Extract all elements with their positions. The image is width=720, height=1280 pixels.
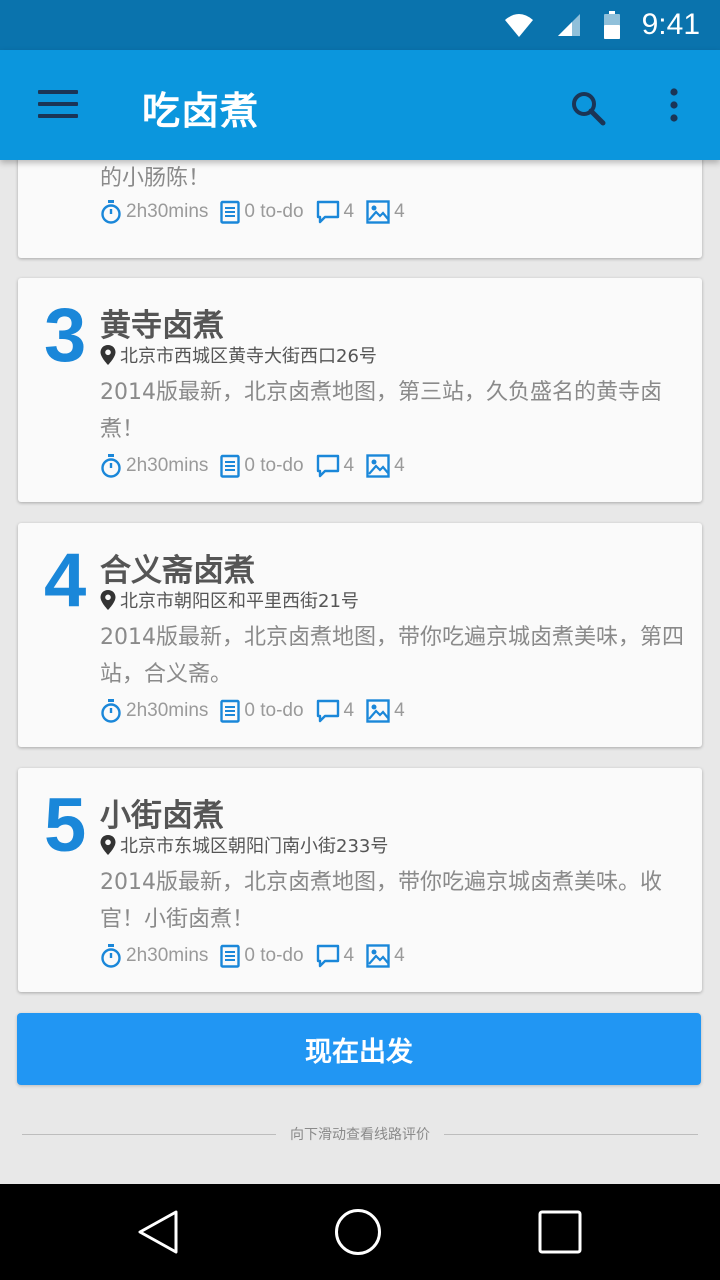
- address-text: 北京市东城区朝阳门南小街233号: [120, 836, 389, 857]
- system-nav-bar: [0, 1184, 720, 1280]
- location-pin-icon: [100, 590, 116, 610]
- todo-count: 0 to-do: [220, 699, 304, 723]
- comment-count: 4: [316, 699, 355, 723]
- stop-number: 3: [44, 293, 87, 378]
- comment-text: 4: [343, 201, 355, 222]
- status-time: 9:41: [641, 8, 700, 41]
- stop-name: 小街卤煮: [100, 798, 224, 834]
- comment-text: 4: [343, 945, 355, 966]
- stop-number: 5: [44, 783, 87, 868]
- photo-icon: [366, 944, 390, 968]
- wifi-icon: [504, 14, 533, 37]
- stop-description: 2014版最新，北京卤煮地图，第三站，久负盛名的黄寺卤煮！: [100, 380, 662, 442]
- home-icon[interactable]: [334, 1208, 382, 1256]
- todo-list-icon: [220, 944, 241, 968]
- stop-name: 合义斋卤煮: [100, 553, 255, 589]
- photo-icon: [366, 200, 390, 224]
- scroll-hint: 向下滑动查看线路评价: [22, 1122, 698, 1146]
- duration: 2h30mins: [100, 454, 208, 478]
- stop-card-3[interactable]: 3 黄寺卤煮 北京市西城区黄寺大街西口26号 2014版最新，北京卤煮地图，第三…: [18, 278, 702, 502]
- location-pin-icon: [100, 345, 116, 365]
- todo-text: 0 to-do: [244, 455, 304, 476]
- duration-text: 2h30mins: [126, 455, 209, 476]
- stop-card-4[interactable]: 4 合义斋卤煮 北京市朝阳区和平里西街21号 2014版最新，北京卤煮地图，带你…: [18, 523, 702, 747]
- stop-meta: 2h30mins 0 to-do 4 4: [100, 200, 417, 224]
- timer-icon: [101, 200, 121, 224]
- timer-icon: [101, 454, 121, 478]
- todo-list-icon: [220, 200, 241, 224]
- comment-icon: [316, 200, 339, 224]
- duration: 2h30mins: [100, 944, 208, 968]
- stop-meta: 2h30mins 0 to-do 4 4: [100, 699, 417, 723]
- todo-count: 0 to-do: [220, 944, 304, 968]
- todo-list-icon: [220, 699, 241, 723]
- comment-text: 4: [343, 700, 355, 721]
- battery-icon: [603, 11, 620, 39]
- search-icon[interactable]: [568, 88, 608, 128]
- stop-number: 4: [44, 538, 87, 623]
- status-bar: 9:41: [0, 0, 720, 50]
- todo-text: 0 to-do: [244, 201, 304, 222]
- signal-icon: [557, 14, 580, 36]
- back-icon[interactable]: [134, 1208, 182, 1256]
- todo-count: 0 to-do: [220, 200, 304, 224]
- scroll-hint-text: 向下滑动查看线路评价: [290, 1127, 430, 1143]
- stop-card-5[interactable]: 5 小街卤煮 北京市东城区朝阳门南小街233号 2014版最新，北京卤煮地图，带…: [18, 768, 702, 992]
- photo-count: 4: [366, 699, 405, 723]
- duration-text: 2h30mins: [126, 945, 209, 966]
- comment-icon: [316, 699, 339, 723]
- duration-text: 2h30mins: [126, 201, 209, 222]
- divider: [444, 1133, 698, 1135]
- more-vert-icon[interactable]: [664, 86, 684, 126]
- todo-text: 0 to-do: [244, 945, 304, 966]
- photo-icon: [366, 699, 390, 723]
- photo-text: 4: [394, 455, 405, 476]
- route-stop-list[interactable]: 的小肠陈！ 2h30mins 0 to-do 4 4 3 黄寺卤煮 北京市西城区…: [0, 160, 720, 1184]
- photo-text: 4: [394, 201, 405, 222]
- app-bar: 吃卤煮: [0, 50, 720, 160]
- comment-text: 4: [343, 455, 355, 476]
- photo-count: 4: [366, 454, 405, 478]
- todo-list-icon: [220, 454, 241, 478]
- stop-name: 黄寺卤煮: [100, 308, 224, 344]
- todo-text: 0 to-do: [244, 700, 304, 721]
- comment-icon: [316, 454, 339, 478]
- duration: 2h30mins: [100, 699, 208, 723]
- address-text: 北京市朝阳区和平里西街21号: [120, 591, 359, 612]
- photo-count: 4: [366, 200, 405, 224]
- stop-meta: 2h30mins 0 to-do 4 4: [100, 944, 417, 968]
- address-text: 北京市西城区黄寺大街西口26号: [120, 346, 377, 367]
- stop-description: 的小肠陈！: [100, 166, 211, 191]
- comment-count: 4: [316, 454, 355, 478]
- timer-icon: [101, 699, 121, 723]
- stop-address: 北京市东城区朝阳门南小街233号: [100, 832, 388, 858]
- duration-text: 2h30mins: [126, 700, 209, 721]
- photo-icon: [366, 454, 390, 478]
- photo-count: 4: [366, 944, 405, 968]
- stop-card-2[interactable]: 的小肠陈！ 2h30mins 0 to-do 4 4: [18, 160, 702, 258]
- start-now-button[interactable]: 现在出发: [17, 1013, 701, 1085]
- location-pin-icon: [100, 835, 116, 855]
- divider: [22, 1133, 276, 1135]
- comment-icon: [316, 944, 339, 968]
- page-title: 吃卤煮: [142, 89, 260, 133]
- photo-text: 4: [394, 700, 405, 721]
- duration: 2h30mins: [100, 200, 208, 224]
- comment-count: 4: [316, 944, 355, 968]
- comment-count: 4: [316, 200, 355, 224]
- timer-icon: [101, 944, 121, 968]
- stop-meta: 2h30mins 0 to-do 4 4: [100, 454, 417, 478]
- photo-text: 4: [394, 945, 405, 966]
- menu-icon[interactable]: [38, 90, 78, 120]
- stop-address: 北京市西城区黄寺大街西口26号: [100, 342, 377, 368]
- stop-address: 北京市朝阳区和平里西街21号: [100, 587, 359, 613]
- todo-count: 0 to-do: [220, 454, 304, 478]
- stop-description: 2014版最新，北京卤煮地图，带你吃遍京城卤煮美味。收官！小街卤煮！: [100, 870, 662, 932]
- recents-icon[interactable]: [536, 1208, 584, 1256]
- stop-description: 2014版最新，北京卤煮地图，带你吃遍京城卤煮美味，第四站，合义斋。: [100, 625, 684, 687]
